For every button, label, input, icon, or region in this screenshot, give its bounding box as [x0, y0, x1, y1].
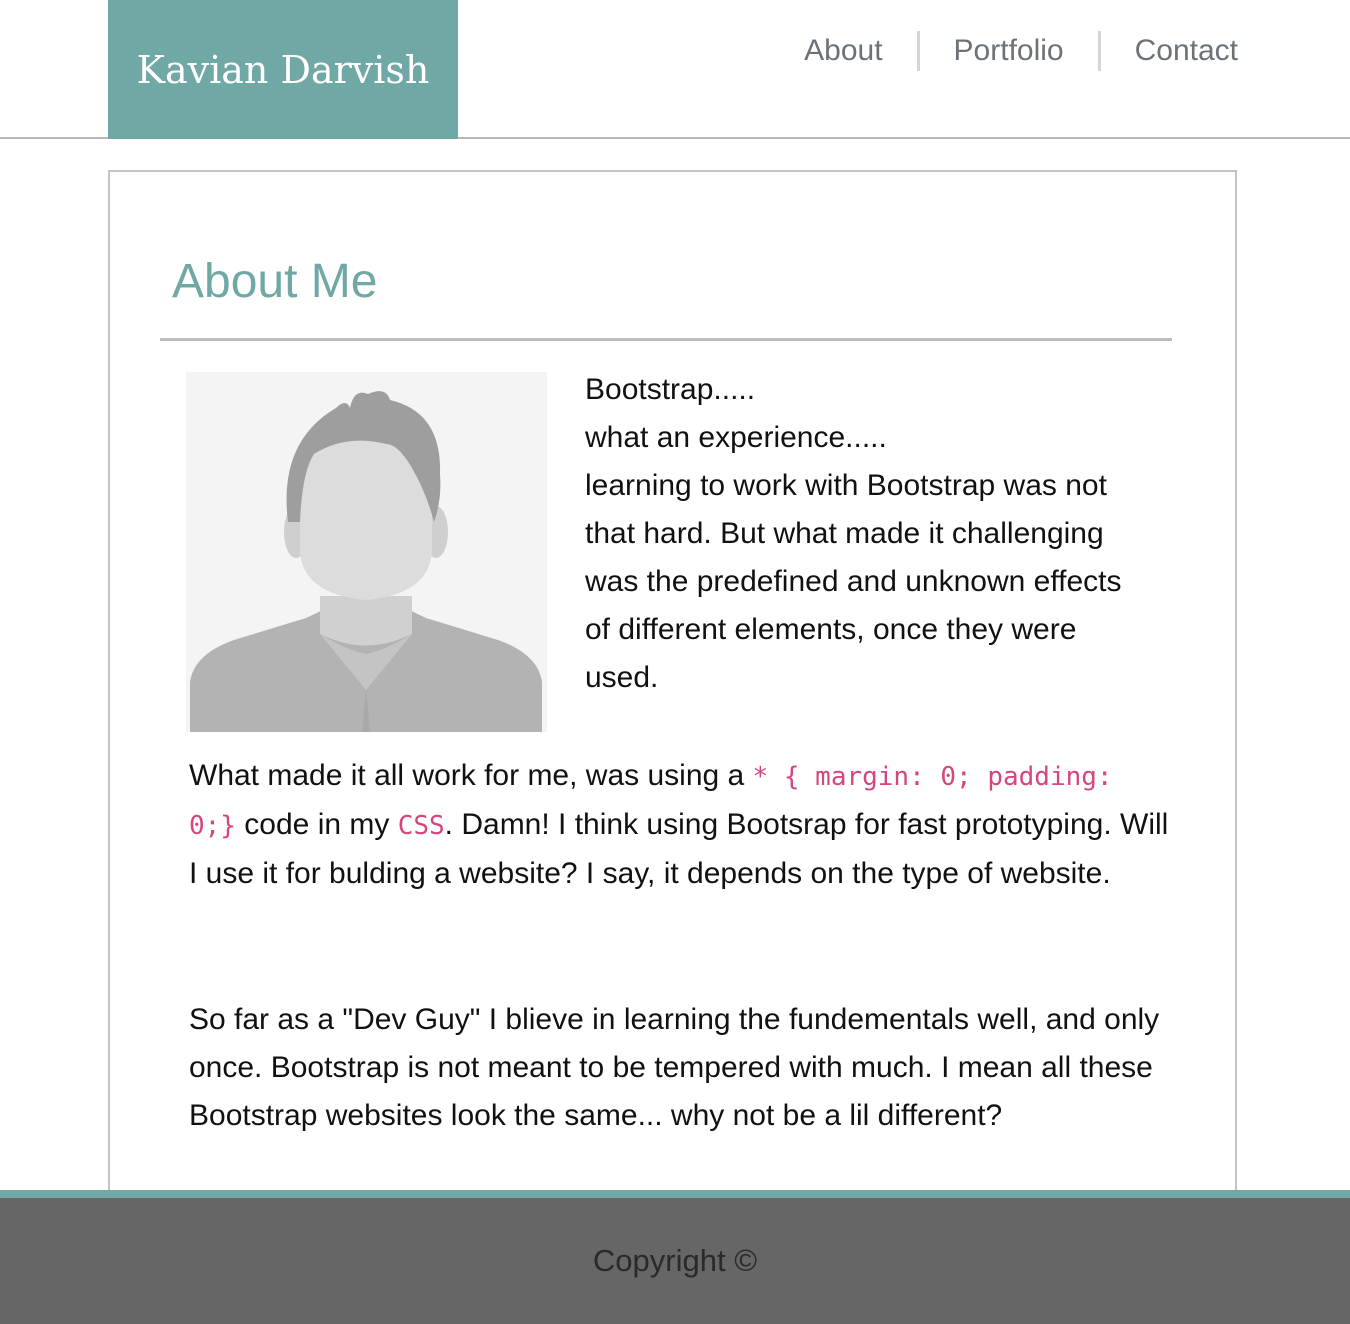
site-header: Kavian Darvish About Portfolio Contact: [0, 0, 1350, 139]
site-footer: Copyright ©: [0, 1198, 1350, 1324]
copyright-text: Copyright ©: [592, 1243, 758, 1278]
paragraph-dev-guy: So far as a "Dev Guy" I blieve in learni…: [189, 1003, 1160, 1132]
about-card: About Me Bootstrap..... what an experien…: [108, 170, 1237, 1200]
inline-code: CSS: [397, 811, 445, 841]
footer-accent-stripe: [0, 1190, 1350, 1198]
intro-line: Bootstrap.....: [585, 373, 756, 406]
nav-link-portfolio[interactable]: Portfolio: [920, 30, 1098, 72]
page-title: About Me: [172, 255, 378, 308]
paragraph-text: code in my: [235, 808, 398, 841]
nav-link-contact[interactable]: Contact: [1101, 30, 1238, 72]
title-divider: [160, 338, 1172, 341]
intro-line: learning to work with Bootstrap was not …: [585, 469, 1122, 694]
paragraph-bootstrap-experience: What made it all work for me, was using …: [189, 752, 1169, 898]
brand-logo-link[interactable]: Kavian Darvish: [108, 0, 458, 139]
intro-line: what an experience.....: [585, 421, 887, 454]
avatar: [186, 372, 547, 732]
main-nav: About Portfolio Contact: [770, 30, 1238, 72]
nav-link-about[interactable]: About: [770, 30, 916, 72]
paragraph-text: What made it all work for me, was using …: [189, 759, 753, 792]
user-silhouette-icon: [190, 391, 542, 732]
intro-text: Bootstrap..... what an experience..... l…: [585, 366, 1145, 702]
